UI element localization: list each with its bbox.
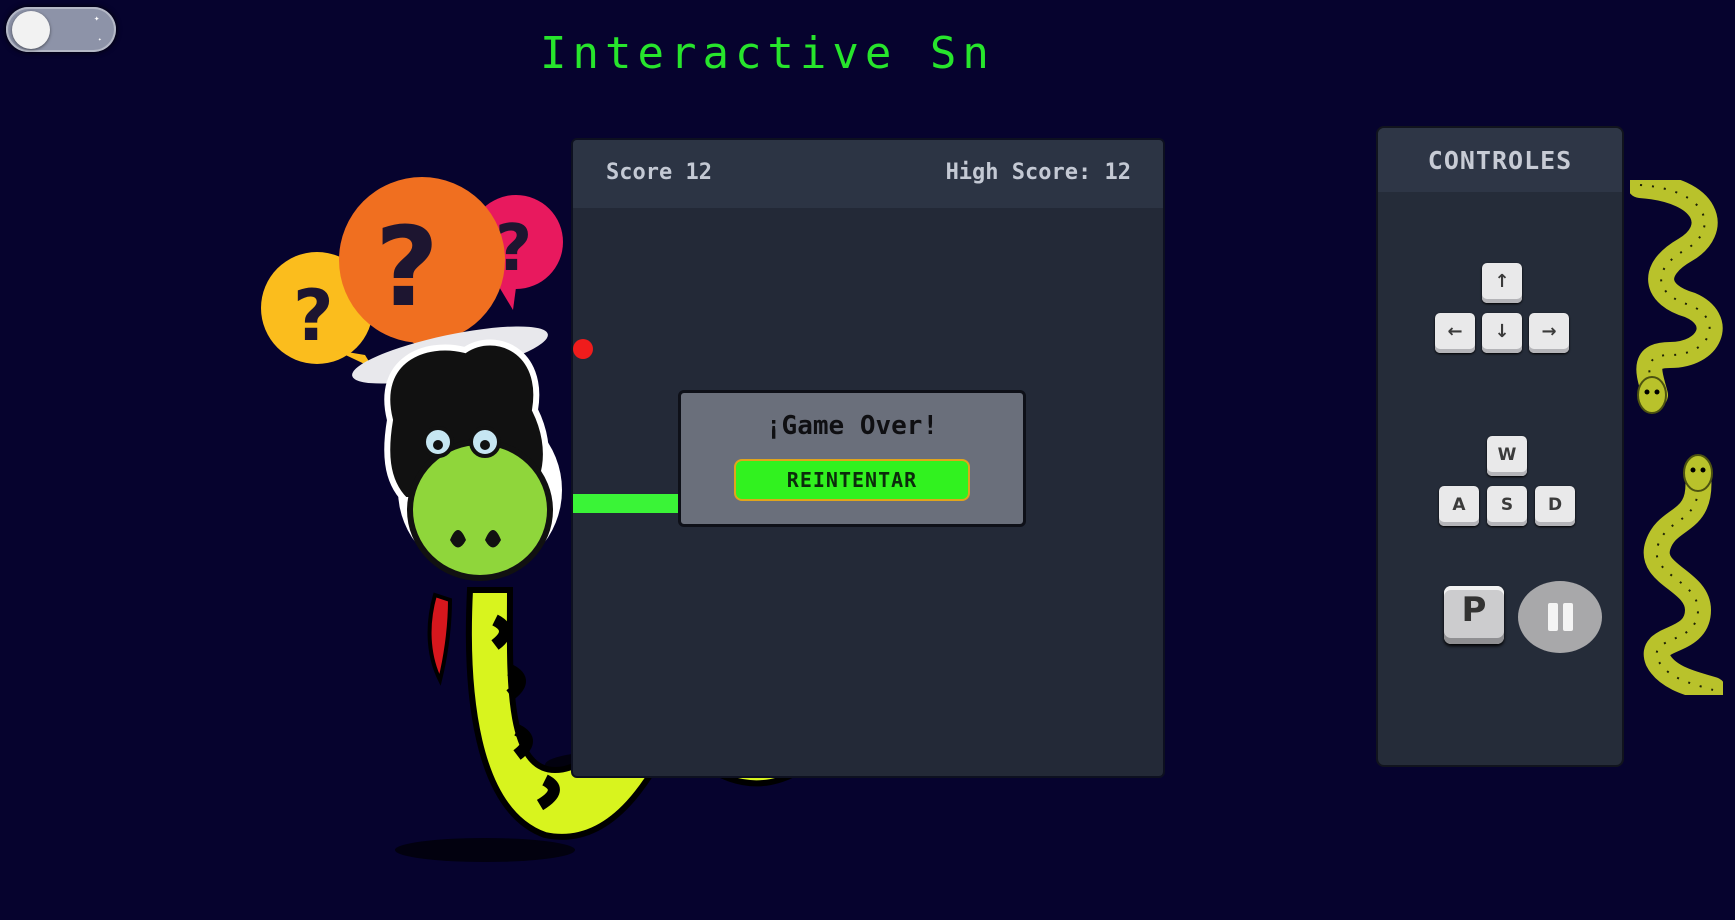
p-key[interactable]: P bbox=[1444, 586, 1504, 644]
star-icon: ✦ bbox=[98, 36, 102, 43]
snake-body bbox=[573, 494, 683, 513]
toggle-knob bbox=[12, 11, 50, 49]
arrow-right-key[interactable]: → bbox=[1529, 313, 1569, 353]
star-icon: ✦ bbox=[94, 14, 100, 24]
svg-text:?: ? bbox=[293, 275, 334, 357]
food-apple bbox=[573, 339, 593, 359]
theme-toggle[interactable]: ✦ ✦ bbox=[6, 7, 116, 52]
pause-button[interactable] bbox=[1518, 581, 1602, 653]
controls-panel: CONTROLES ↑ ← ↓ → W A S D P bbox=[1376, 126, 1624, 767]
moon-icon bbox=[62, 9, 90, 41]
arrow-down-key[interactable]: ↓ bbox=[1482, 313, 1522, 353]
w-key[interactable]: W bbox=[1487, 436, 1527, 476]
arrow-up-key[interactable]: ↑ bbox=[1482, 263, 1522, 303]
arrow-left-key[interactable]: ← bbox=[1435, 313, 1475, 353]
high-score-label: High Score: 12 bbox=[945, 160, 1131, 185]
page-title: Interactive Sn bbox=[540, 28, 995, 79]
score-label: Score 12 bbox=[606, 160, 712, 185]
green-snake-illustration bbox=[1643, 454, 1723, 695]
game-over-dialog: ¡Game Over! REINTENTAR bbox=[678, 390, 1026, 527]
a-key[interactable]: A bbox=[1439, 486, 1479, 526]
retry-button[interactable]: REINTENTAR bbox=[734, 459, 970, 501]
green-snake-illustration bbox=[1630, 180, 1723, 414]
svg-text:?: ? bbox=[375, 203, 439, 331]
pause-icon bbox=[1548, 603, 1558, 631]
s-key[interactable]: S bbox=[1487, 486, 1527, 526]
d-key[interactable]: D bbox=[1535, 486, 1575, 526]
controls-title: CONTROLES bbox=[1427, 146, 1573, 175]
game-over-title: ¡Game Over! bbox=[765, 411, 939, 441]
